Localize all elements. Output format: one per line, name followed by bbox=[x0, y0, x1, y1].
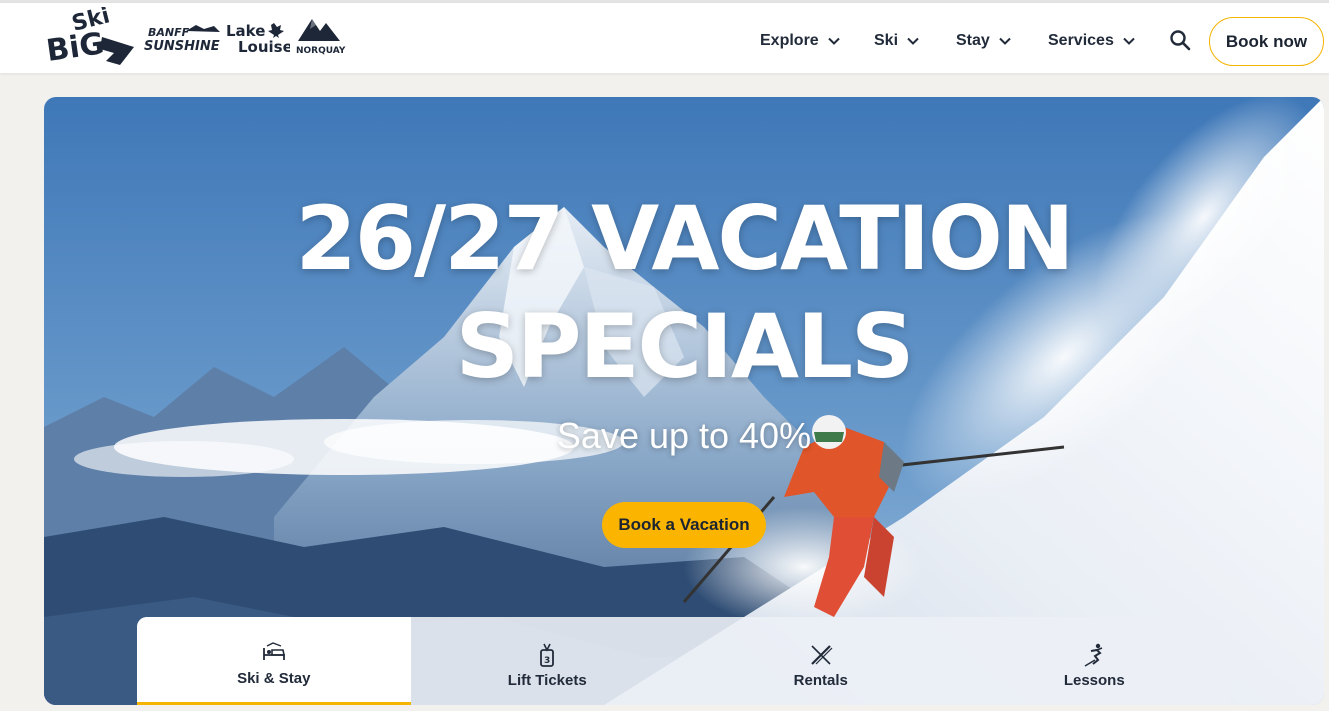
hero-title-line-2: SPECIALS bbox=[455, 295, 915, 398]
nav-services-label: Services bbox=[1048, 32, 1114, 49]
hero-subtitle: Save up to 40% bbox=[556, 415, 812, 456]
site-header: Ski BiG BANFF SUNSHINE Lake Louise NORQU… bbox=[0, 3, 1329, 73]
svg-text:NORQUAY: NORQUAY bbox=[296, 46, 346, 55]
hero-title-line-1: 26/27 VACATION bbox=[295, 187, 1074, 290]
tab-lift-tickets[interactable]: 3 Lift Tickets bbox=[411, 617, 685, 705]
tab-lessons[interactable]: Lessons bbox=[958, 617, 1232, 705]
svg-text:SUNSHINE: SUNSHINE bbox=[144, 39, 220, 53]
nav-explore[interactable]: Explore bbox=[748, 21, 862, 61]
search-button[interactable] bbox=[1166, 26, 1194, 54]
nav-ski-label: Ski bbox=[874, 32, 899, 49]
chevron-down-icon bbox=[1123, 37, 1135, 45]
svg-text:Louise: Louise bbox=[238, 38, 290, 55]
hero-banner: 26/27 VACATION SPECIALS Save up to 40% B… bbox=[44, 97, 1324, 705]
lift-ticket-icon: 3 bbox=[540, 643, 555, 667]
lake-louise-logo[interactable]: Lake Louise bbox=[224, 21, 290, 55]
booking-tabs: Ski & Stay 3 Lift Tickets Rentals Lesson… bbox=[137, 617, 1231, 705]
svg-text:3: 3 bbox=[544, 656, 550, 666]
main-nav: Explore Ski Stay Services bbox=[748, 6, 1150, 76]
tab-ski-and-stay-label: Ski & Stay bbox=[237, 670, 311, 687]
tab-lessons-label: Lessons bbox=[1063, 671, 1125, 689]
chevron-down-icon bbox=[907, 37, 919, 45]
nav-explore-label: Explore bbox=[760, 32, 819, 49]
svg-text:BiG: BiG bbox=[44, 26, 106, 67]
nav-stay-label: Stay bbox=[956, 32, 990, 49]
lake-louise-logo-mark: Lake Louise bbox=[226, 22, 290, 55]
tab-lift-tickets-label: Lift Tickets bbox=[507, 671, 587, 689]
hero-title: 26/27 VACATION SPECIALS bbox=[44, 185, 1324, 401]
nav-services[interactable]: Services bbox=[1036, 21, 1150, 61]
nav-ski[interactable]: Ski bbox=[862, 21, 944, 61]
norquay-logo-mark: NORQUAY bbox=[296, 19, 346, 55]
norquay-logo[interactable]: NORQUAY bbox=[294, 13, 346, 55]
tab-rentals[interactable]: Rentals bbox=[684, 617, 958, 705]
chevron-down-icon bbox=[999, 37, 1011, 45]
skibig3-logo-mark: Ski BiG bbox=[44, 7, 134, 67]
book-vacation-button[interactable]: Book a Vacation bbox=[602, 502, 766, 548]
banff-sunshine-logo-mark: BANFF SUNSHINE bbox=[144, 25, 220, 53]
nav-stay[interactable]: Stay bbox=[944, 21, 1036, 61]
skis-icon bbox=[810, 644, 833, 665]
book-now-button[interactable]: Book now bbox=[1209, 17, 1324, 66]
tab-ski-and-stay[interactable]: Ski & Stay bbox=[137, 617, 411, 705]
chevron-down-icon bbox=[827, 37, 840, 45]
skier-icon bbox=[1084, 643, 1103, 667]
svg-text:BANFF: BANFF bbox=[148, 26, 190, 39]
skibig3-logo[interactable]: Ski BiG bbox=[44, 7, 136, 67]
bed-icon bbox=[262, 642, 285, 660]
banff-sunshine-logo[interactable]: BANFF SUNSHINE bbox=[142, 23, 222, 53]
tab-rentals-label: Rentals bbox=[793, 671, 848, 689]
search-icon bbox=[1170, 30, 1191, 51]
